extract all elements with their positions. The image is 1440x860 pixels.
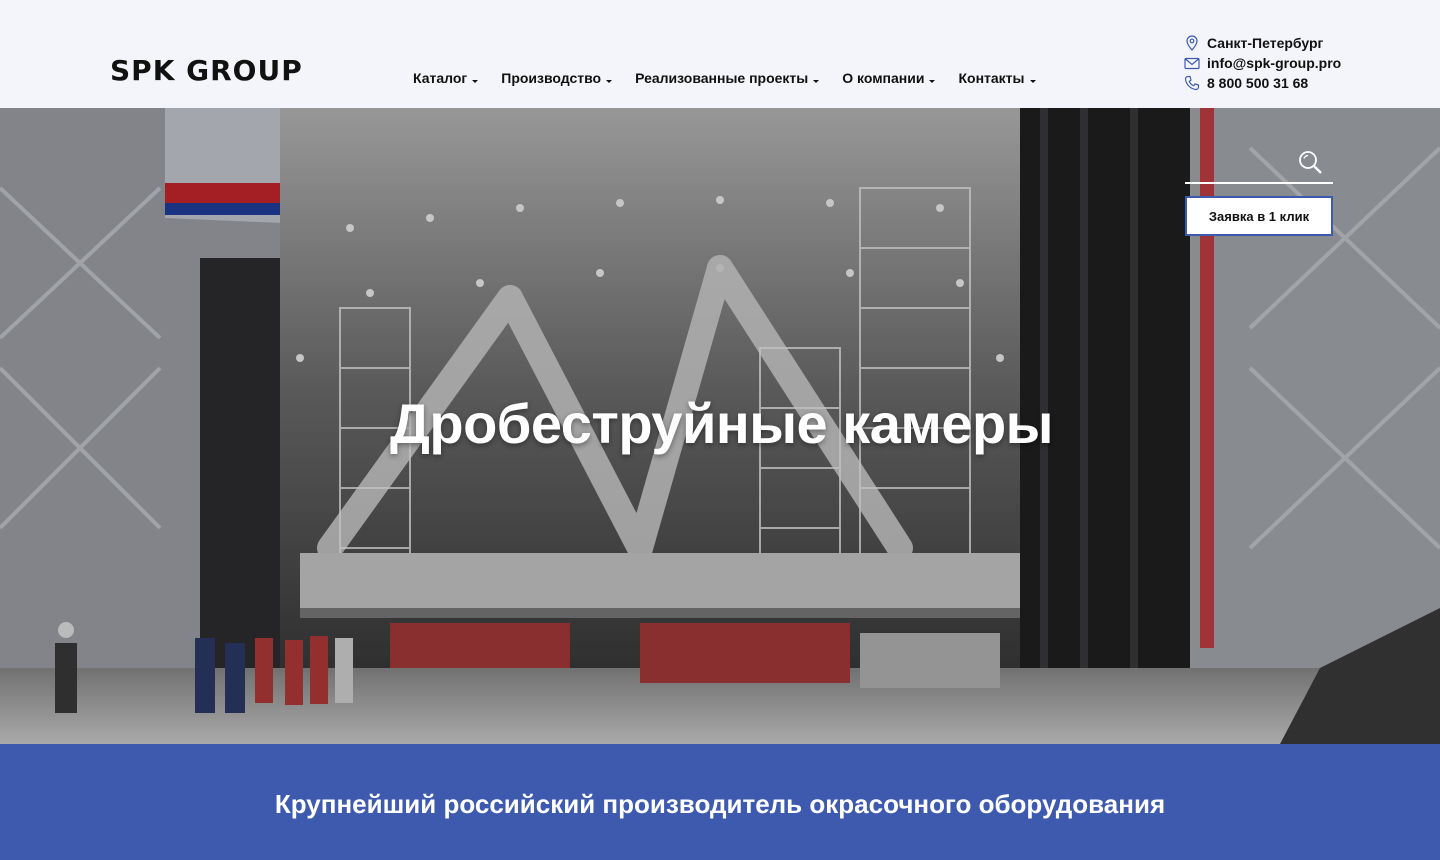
nav-item-production[interactable]: Производство: [501, 70, 613, 86]
phone-link[interactable]: 8 800 500 31 68: [1207, 75, 1308, 91]
contact-email[interactable]: info@spk-group.pro: [1184, 53, 1341, 73]
logo[interactable]: SPK GROUP: [110, 54, 303, 87]
main-nav: Каталог Производство Реализованные проек…: [413, 70, 1036, 86]
chevron-down-icon: [606, 79, 613, 83]
header-contacts: Санкт-Петербург info@spk-group.pro 8 800…: [1184, 33, 1341, 93]
location-pin-icon: [1186, 35, 1198, 51]
phone-icon: [1184, 75, 1200, 91]
tagline-banner: Крупнейший российский производитель окра…: [0, 744, 1440, 860]
chevron-down-icon: [1029, 79, 1036, 83]
search-input[interactable]: [1185, 142, 1333, 184]
search-icon[interactable]: [1297, 149, 1323, 175]
tagline-text: Крупнейший российский производитель окра…: [274, 789, 1166, 819]
nav-item-label: Каталог: [413, 70, 468, 86]
nav-item-projects[interactable]: Реализованные проекты: [635, 70, 820, 86]
nav-item-label: Контакты: [958, 70, 1025, 86]
hero: Дробеструйные камеры Заявка в 1 клик: [0, 108, 1440, 744]
chevron-down-icon: [472, 79, 479, 83]
nav-item-label: Реализованные проекты: [635, 70, 809, 86]
chevron-down-icon: [813, 79, 820, 83]
city-text: Санкт-Петербург: [1207, 35, 1324, 51]
hero-title: Дробеструйные камеры: [389, 392, 1054, 455]
nav-item-about[interactable]: О компании: [842, 70, 936, 86]
envelope-icon: [1184, 57, 1200, 70]
contact-phone[interactable]: 8 800 500 31 68: [1184, 73, 1341, 93]
nav-item-label: О компании: [842, 70, 925, 86]
site-header: SPK GROUP Каталог Производство Реализова…: [0, 0, 1440, 108]
nav-item-catalog[interactable]: Каталог: [413, 70, 479, 86]
email-link[interactable]: info@spk-group.pro: [1207, 55, 1341, 71]
contact-city: Санкт-Петербург: [1184, 33, 1341, 53]
chevron-down-icon: [929, 79, 936, 83]
nav-item-contacts[interactable]: Контакты: [958, 70, 1036, 86]
nav-item-label: Производство: [501, 70, 602, 86]
one-click-request-button[interactable]: Заявка в 1 клик: [1185, 196, 1333, 236]
